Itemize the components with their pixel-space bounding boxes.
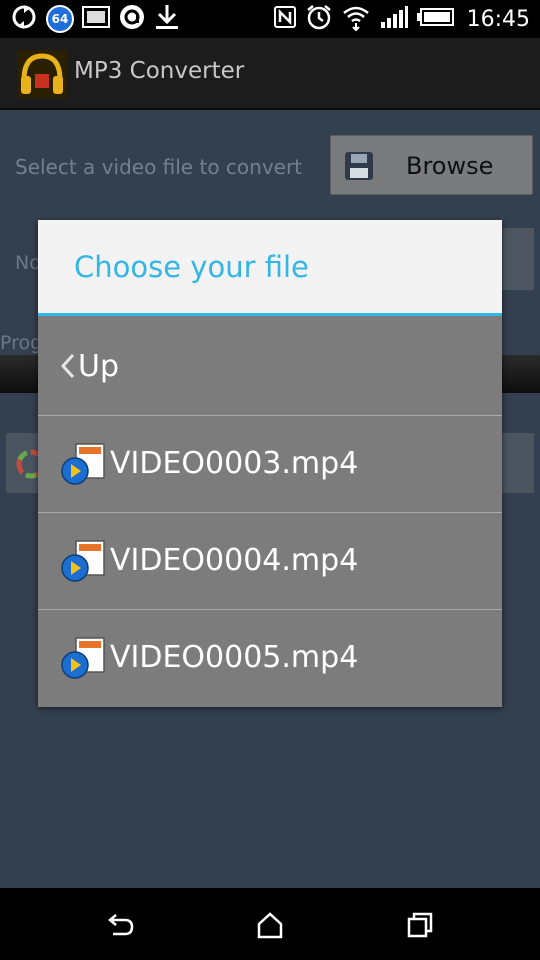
up-label: Up <box>78 349 120 384</box>
status-left-icons: 64 <box>10 4 180 34</box>
video-file-icon <box>60 442 108 486</box>
file-name: VIDEO0003.mp4 <box>110 446 359 481</box>
status-bar: 64 16:45 <box>0 0 540 38</box>
browse-button[interactable]: Browse <box>330 135 533 195</box>
dialog-header: Choose your file <box>38 220 502 316</box>
action-bar: MP3 Converter <box>0 38 540 110</box>
list-item[interactable]: VIDEO0005.mp4 <box>38 610 502 707</box>
list-item[interactable]: VIDEO0004.mp4 <box>38 513 502 610</box>
alarm-icon <box>305 3 333 35</box>
image-icon <box>82 5 110 33</box>
badge-64-icon: 64 <box>46 5 74 33</box>
select-video-label: Select a video file to convert <box>15 155 303 179</box>
headphones-icon <box>17 50 67 98</box>
progress-label: Prog <box>0 332 43 354</box>
chevron-left-icon <box>60 353 76 383</box>
status-right-icons: 16:45 <box>273 4 530 34</box>
signal-icon <box>379 4 409 34</box>
battery-icon <box>416 7 455 31</box>
nfc-icon <box>273 5 297 33</box>
sync-icon <box>10 3 38 35</box>
status-time: 16:45 <box>466 6 530 32</box>
recent-apps-icon[interactable] <box>405 910 435 940</box>
home-icon[interactable] <box>255 910 285 940</box>
wifi-icon <box>341 3 371 35</box>
download-icon <box>154 3 180 35</box>
list-item[interactable]: VIDEO0003.mp4 <box>38 416 502 513</box>
no-file-label: No <box>15 252 41 274</box>
file-chooser-dialog: Choose your file Up VIDEO0003.mp4 VIDEO0… <box>38 220 502 707</box>
browse-label: Browse <box>406 152 494 180</box>
file-name: VIDEO0005.mp4 <box>110 640 359 675</box>
back-icon[interactable] <box>105 910 135 940</box>
video-file-icon <box>60 636 108 680</box>
at-icon <box>118 3 146 35</box>
floppy-disk-icon <box>343 150 375 186</box>
file-name: VIDEO0004.mp4 <box>110 543 359 578</box>
app-title: MP3 Converter <box>74 58 245 84</box>
list-item-up[interactable]: Up <box>38 319 502 416</box>
dialog-title: Choose your file <box>74 250 309 284</box>
navigation-bar <box>0 888 540 960</box>
file-list: Up VIDEO0003.mp4 VIDEO0004.mp4 VIDEO0005… <box>38 319 502 707</box>
convert-button[interactable] <box>498 228 534 290</box>
video-file-icon <box>60 539 108 583</box>
